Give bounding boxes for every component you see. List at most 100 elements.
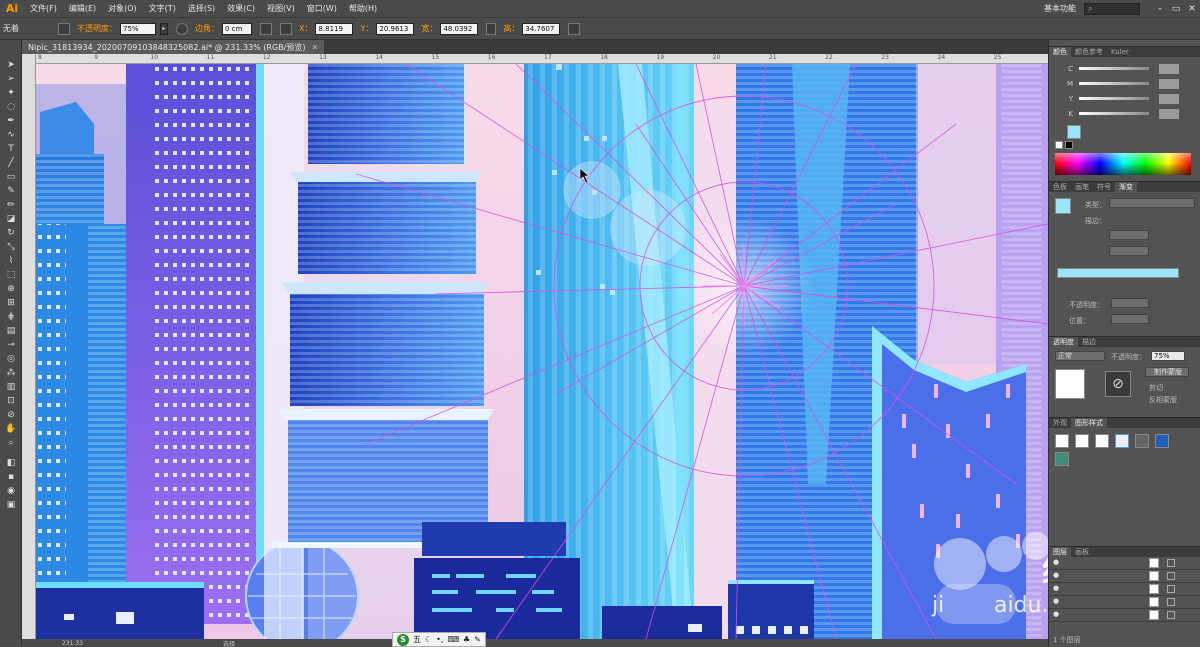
lock-icon[interactable]: [1167, 585, 1175, 593]
style-7[interactable]: [1055, 452, 1069, 466]
screen-mode-icon[interactable]: ▣: [0, 498, 22, 512]
gradient-slider[interactable]: [1057, 268, 1179, 278]
tab-swatches[interactable]: 色板: [1049, 182, 1071, 192]
tab-transparency[interactable]: 透明度: [1049, 336, 1078, 348]
height-input[interactable]: 34.7607: [522, 22, 561, 35]
perspective-tool-icon[interactable]: ⊞: [0, 296, 22, 310]
channel-m-input[interactable]: [1159, 78, 1179, 89]
none-swatch[interactable]: [1055, 141, 1063, 149]
menu-file[interactable]: 文件(F): [24, 3, 63, 14]
menu-edit[interactable]: 编辑(E): [63, 3, 102, 14]
opacity-label[interactable]: 不透明度：: [77, 23, 117, 34]
link-proportions-icon[interactable]: [486, 22, 497, 35]
lock-icon[interactable]: [1167, 572, 1175, 580]
eraser-tool-icon[interactable]: ◪: [0, 212, 22, 226]
artboard-tool-icon[interactable]: ⊡: [0, 394, 22, 408]
free-transform-tool-icon[interactable]: ⬚: [0, 268, 22, 282]
reference-point-icon[interactable]: [280, 22, 292, 35]
gradient-tool-icon[interactable]: ▤: [0, 324, 22, 338]
eye-icon[interactable]: ●: [1053, 571, 1063, 581]
tab-graphic-styles[interactable]: 图形样式: [1071, 417, 1107, 429]
mesh-tool-icon[interactable]: ⋕: [0, 310, 22, 324]
tab-color[interactable]: 颜色: [1049, 46, 1071, 58]
gradient-opacity-input[interactable]: [1111, 298, 1149, 308]
opacity-input[interactable]: 75%: [120, 22, 156, 35]
lock-icon[interactable]: [1167, 559, 1175, 567]
pen-tool-icon[interactable]: ✒: [0, 114, 22, 128]
channel-c-input[interactable]: [1159, 63, 1179, 74]
style-6[interactable]: [1155, 434, 1169, 448]
blend-tool-icon[interactable]: ◎: [0, 352, 22, 366]
mask-empty-icon[interactable]: ⊘: [1105, 371, 1131, 397]
layer-row[interactable]: ●: [1049, 583, 1200, 596]
channel-c-slider[interactable]: [1079, 67, 1149, 70]
brush-tool-icon[interactable]: ✎: [0, 184, 22, 198]
y-input[interactable]: 20.9613: [376, 22, 415, 35]
color-spectrum[interactable]: [1055, 153, 1191, 175]
lock-icon[interactable]: [1167, 611, 1175, 619]
ime-mode[interactable]: 五: [413, 634, 421, 645]
document-tab[interactable]: Nipic_31813934_20200709103848325082.ai* …: [22, 40, 325, 54]
tab-layers[interactable]: 图层: [1049, 546, 1071, 558]
direct-selection-tool-icon[interactable]: ➢: [0, 72, 22, 86]
workspace-switcher[interactable]: 基本功能: [1044, 3, 1076, 14]
fill-swatch-icon[interactable]: [58, 22, 70, 35]
punctuation-icon[interactable]: •,: [436, 635, 443, 644]
style-5[interactable]: [1135, 434, 1149, 448]
menu-type[interactable]: 文字(T): [143, 3, 182, 14]
shape-builder-tool-icon[interactable]: ⊕: [0, 282, 22, 296]
menu-view[interactable]: 视图(V): [261, 3, 301, 14]
tab-artboards[interactable]: 画板: [1071, 547, 1093, 557]
style-2[interactable]: [1075, 434, 1089, 448]
tab-symbols[interactable]: 符号: [1093, 182, 1115, 192]
channel-y-input[interactable]: [1159, 93, 1179, 104]
minimize-button[interactable]: –: [1152, 2, 1168, 16]
horizontal-ruler[interactable]: 8 9 10 11 12 13 14 15 16 17 18 19 20 21 22 23 24 25: [36, 54, 1048, 64]
gradient-location-input[interactable]: [1111, 314, 1149, 324]
channel-k-input[interactable]: [1159, 108, 1179, 119]
make-mask-button[interactable]: 制作蒙版: [1145, 367, 1189, 377]
menu-help[interactable]: 帮助(H): [343, 3, 383, 14]
artboard-canvas[interactable]: 经 ji aidu.c: [36, 64, 1048, 639]
curvature-tool-icon[interactable]: ∿: [0, 128, 22, 142]
corner-input[interactable]: 0 cm: [222, 22, 252, 35]
skin-icon[interactable]: ♣: [463, 635, 470, 644]
style-4[interactable]: [1115, 434, 1129, 448]
recolor-icon[interactable]: [176, 22, 188, 35]
tab-appearance[interactable]: 外观: [1049, 418, 1071, 428]
keyboard-icon[interactable]: ⌨: [447, 635, 459, 644]
opacity-dropdown-icon[interactable]: ▸: [160, 22, 168, 35]
lasso-tool-icon[interactable]: ◌: [0, 100, 22, 114]
tools-icon[interactable]: ✎: [474, 635, 481, 644]
x-input[interactable]: 8.8119: [315, 22, 354, 35]
vertical-ruler[interactable]: [22, 54, 36, 639]
rotate-tool-icon[interactable]: ↻: [0, 226, 22, 240]
layer-row[interactable]: ●: [1049, 609, 1200, 622]
eye-icon[interactable]: ●: [1053, 558, 1063, 568]
menu-object[interactable]: 对象(O): [102, 3, 143, 14]
gradient-type-select[interactable]: [1109, 198, 1195, 208]
tab-stroke[interactable]: 描边: [1078, 337, 1100, 347]
layer-row[interactable]: ●: [1049, 596, 1200, 609]
gradient-preview-swatch[interactable]: [1055, 198, 1071, 214]
width-tool-icon[interactable]: ⌇: [0, 254, 22, 268]
tab-brushes[interactable]: 画笔: [1071, 182, 1093, 192]
style-3[interactable]: [1095, 434, 1109, 448]
corner-label[interactable]: 边角：: [195, 23, 219, 34]
symbol-sprayer-tool-icon[interactable]: ⁂: [0, 366, 22, 380]
gradient-angle-input[interactable]: [1109, 230, 1149, 240]
close-window-button[interactable]: ✕: [1184, 2, 1200, 16]
channel-m-slider[interactable]: [1079, 82, 1149, 85]
color-mode-icon[interactable]: ▪: [0, 470, 22, 484]
scale-tool-icon[interactable]: ⤡: [0, 240, 22, 254]
tab-gradient[interactable]: 渐变: [1115, 181, 1137, 193]
style-default[interactable]: [1055, 434, 1069, 448]
gradient-ratio-input[interactable]: [1109, 246, 1149, 256]
fill-swatch[interactable]: [1067, 125, 1081, 139]
zoom-level[interactable]: 231.33: [62, 640, 83, 647]
channel-y-slider[interactable]: [1079, 97, 1149, 100]
layer-row[interactable]: ●: [1049, 557, 1200, 570]
tab-kuler[interactable]: Kuler: [1107, 48, 1133, 56]
align-icon[interactable]: [260, 22, 272, 35]
menu-select[interactable]: 选择(S): [182, 3, 221, 14]
